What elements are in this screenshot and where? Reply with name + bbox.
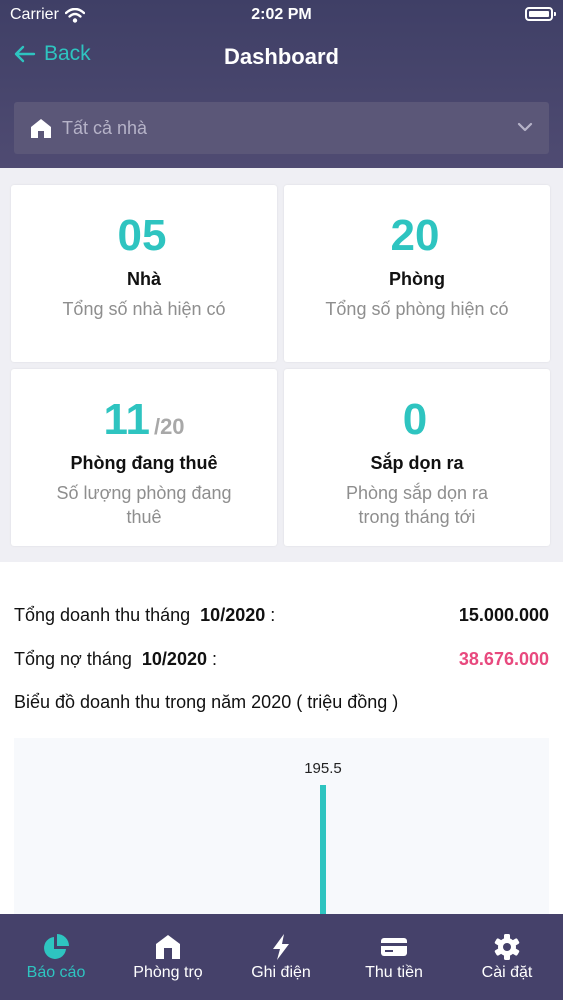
debt-value: 38.676.000 [458,649,549,669]
stat-title: Phòng [389,269,445,289]
tab-label: Thu tiền [365,964,423,981]
battery-icon [525,7,556,21]
chevron-down-icon [517,122,533,132]
revenue-chart: 195.5 [14,738,549,914]
revenue-month: 10/2020 [200,605,266,625]
tab-label: Cài đặt [481,964,533,981]
header: Carrier 2:02 PM Back Dashboard Tất cả nh… [0,0,563,168]
revenue-value: 15.000.000 [458,605,549,625]
pie-chart-icon [44,934,69,959]
tab-ghi-dien[interactable]: Ghi điện [225,914,337,1000]
page-title: Dashboard [224,44,339,69]
status-bar: Carrier 2:02 PM [0,0,563,30]
tab-label: Phòng trọ [133,964,203,981]
tab-label: Ghi điện [251,964,311,981]
debt-summary: Tổng nợ tháng 10/2020 : 38.676.000 [14,649,549,670]
home-icon [31,119,51,138]
revenue-colon: : [270,605,276,625]
chart-bar [320,785,326,914]
stat-card-moving-out[interactable]: 0 Sắp dọn ra Phòng sắp dọn ra trong thán… [284,369,550,546]
stat-title: Phòng đang thuê [70,453,218,473]
stat-value: 05 [117,211,167,260]
debt-month: 10/2020 [141,649,207,669]
stat-card-houses[interactable]: 05 Nhà Tổng số nhà hiện có [11,185,277,362]
status-time: 2:02 PM [251,6,312,23]
gear-icon [494,934,520,960]
house-filter-value: Tất cả nhà [62,118,148,138]
lightning-icon [273,934,289,960]
revenue-summary: Tổng doanh thu tháng 10/2020 : 15.000.00… [14,605,549,626]
stat-desc: Tổng số phòng hiện có [325,299,509,319]
tab-bar: Báo cáo Phòng trọ Ghi điện Thu tiền Cài … [0,914,563,1000]
tab-bao-cao[interactable]: Báo cáo [0,914,112,1000]
tab-label: Báo cáo [26,964,86,981]
tab-phong-tro[interactable]: Phòng trọ [112,914,224,1000]
stat-desc: Số lượng phòng đang thuê [56,483,232,527]
house-filter-select[interactable]: Tất cả nhà [14,102,549,154]
stats-area: 05 Nhà Tổng số nhà hiện có 20 Phòng Tổng… [0,168,563,562]
revenue-label: Tổng doanh thu tháng [14,605,191,625]
tab-cai-dat[interactable]: Cài đặt [451,914,563,1000]
stat-card-rooms[interactable]: 20 Phòng Tổng số phòng hiện có [284,185,550,362]
debt-label: Tổng nợ tháng [14,649,132,669]
stat-title: Sắp dọn ra [370,453,464,473]
stat-desc: Tổng số nhà hiện có [62,299,226,319]
chart-data-label: 195.5 [304,760,342,777]
stat-title: Nhà [126,269,161,289]
card-icon [381,938,407,956]
tab-thu-tien[interactable]: Thu tiền [338,914,450,1000]
debt-colon: : [212,649,218,669]
house-icon [156,935,180,959]
stat-value: 11/20 [103,395,185,444]
stat-value: 0 [402,395,428,444]
stat-desc: Phòng sắp dọn ra trong tháng tới [345,483,489,527]
stat-card-rented[interactable]: 11/20 Phòng đang thuê Số lượng phòng đan… [11,369,277,546]
stat-value: 20 [390,211,440,260]
chart-title: Biểu đồ doanh thu trong năm 2020 ( triệu… [14,692,399,712]
